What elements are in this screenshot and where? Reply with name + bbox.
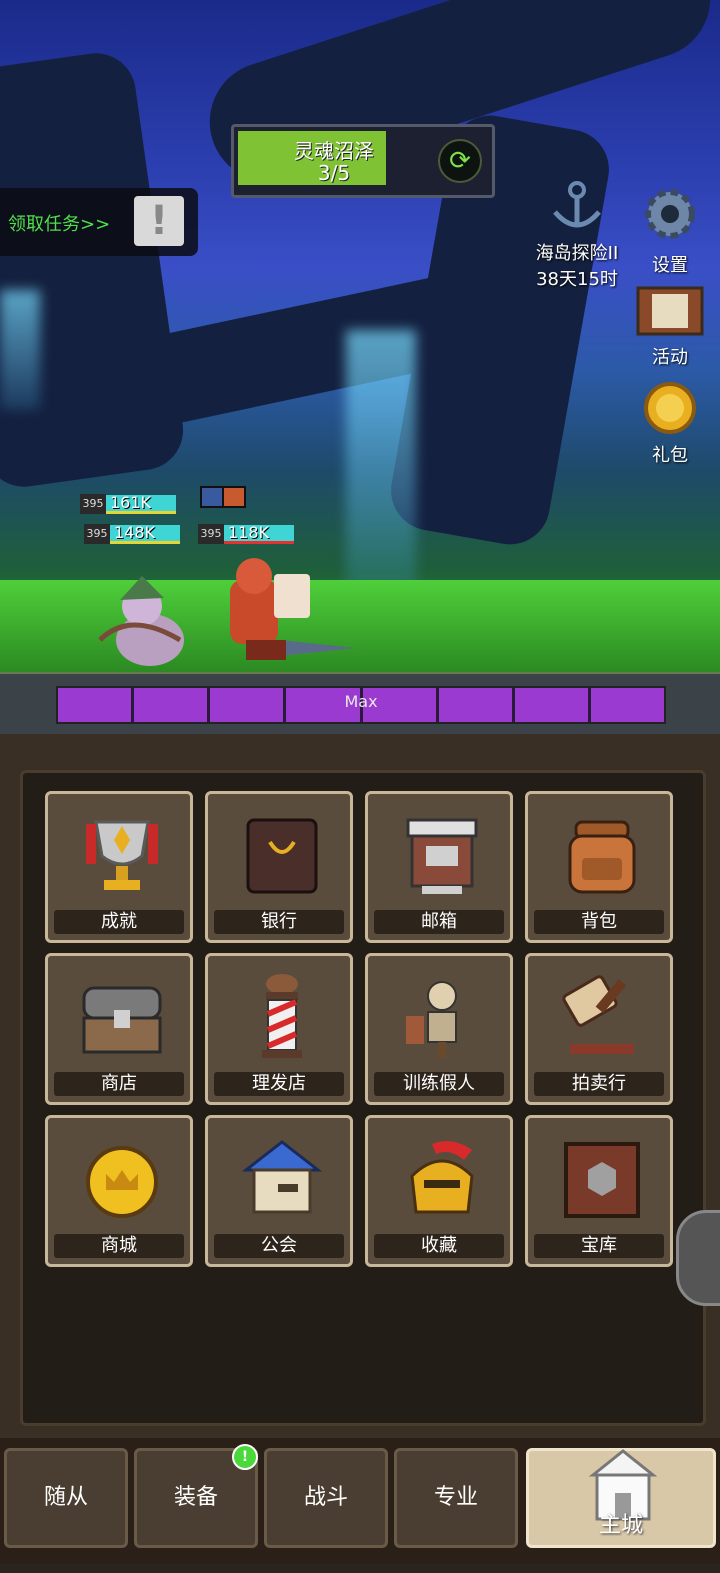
- events-label: 活动: [652, 347, 688, 368]
- building-guild[interactable]: 公会: [205, 1115, 353, 1267]
- building-backpack[interactable]: 背包: [525, 791, 673, 943]
- exclamation-icon[interactable]: !: [134, 196, 184, 246]
- helmet-icon: [410, 1141, 474, 1214]
- mailbox-icon: [406, 818, 478, 894]
- building-label: 理发店: [214, 1072, 344, 1096]
- island-timer: 38天15时: [536, 269, 618, 290]
- vault-icon: [564, 1142, 640, 1218]
- town-panel: 成就 银行 邮箱 背包 商店 理发店 训练假人 拍卖行 商城 公会 收藏 宝库: [20, 770, 706, 1426]
- trophy-icon: [86, 820, 158, 890]
- building-label: 拍卖行: [534, 1072, 664, 1096]
- hero-party: [98, 558, 355, 666]
- buff-icon: [202, 488, 222, 506]
- bottom-nav: 随从 装备 战斗 专业 主城: [0, 1438, 720, 1564]
- refresh-icon[interactable]: ⟳: [438, 139, 482, 183]
- gavel-icon: [562, 975, 634, 1054]
- building-label: 邮箱: [374, 910, 504, 934]
- gear-icon: [645, 189, 695, 239]
- settings-label: 设置: [652, 255, 688, 276]
- building-achievement[interactable]: 成就: [45, 791, 193, 943]
- building-label: 宝库: [534, 1234, 664, 1258]
- safe-icon: [246, 818, 318, 894]
- building-barber[interactable]: 理发店: [205, 953, 353, 1105]
- building-label: 银行: [214, 910, 344, 934]
- building-label: 成就: [54, 910, 184, 934]
- buff-icon: [224, 488, 244, 506]
- settings-gear-side-icon[interactable]: [676, 1210, 720, 1306]
- hero-hp-bar: 395 118K: [198, 524, 294, 544]
- building-label: 背包: [534, 910, 664, 934]
- building-auction[interactable]: 拍卖行: [525, 953, 673, 1105]
- hero-hp-bar: 395 161K: [80, 494, 176, 514]
- building-collection[interactable]: 收藏: [365, 1115, 513, 1267]
- tree-trunk: [0, 48, 189, 492]
- gift-label: 礼包: [652, 445, 688, 466]
- building-label: 训练假人: [374, 1072, 504, 1096]
- dummy-icon: [406, 981, 457, 1058]
- hero-hp: 118K: [224, 524, 294, 544]
- building-mailbox[interactable]: 邮箱: [365, 791, 513, 943]
- stage-progress: 3/5: [317, 161, 351, 185]
- building-label: 收藏: [374, 1234, 504, 1258]
- barber-pole-icon: [262, 974, 302, 1058]
- events-button[interactable]: 活动: [628, 282, 712, 369]
- nav-main-city[interactable]: 主城: [526, 1448, 716, 1548]
- hero-level: 395: [80, 494, 106, 514]
- nav-profession[interactable]: 专业: [394, 1448, 518, 1548]
- backpack-icon: [568, 820, 636, 894]
- light-beam: [0, 290, 40, 410]
- crown-coin-icon: [86, 1146, 158, 1218]
- hero-elf: [98, 576, 184, 666]
- island-adventure-button[interactable]: 海岛探险II 38天15时: [522, 180, 632, 291]
- anchor-icon: [553, 181, 601, 228]
- nav-battle[interactable]: 战斗: [264, 1448, 388, 1548]
- building-mall[interactable]: 商城: [45, 1115, 193, 1267]
- stage-name: 灵魂沼泽: [294, 139, 374, 163]
- hero-hp: 148K: [110, 524, 180, 544]
- guild-house-icon: [242, 1140, 322, 1214]
- building-bank[interactable]: 银行: [205, 791, 353, 943]
- hero-hp: 161K: [106, 494, 176, 514]
- hero-warrior: [230, 558, 355, 660]
- rage-bar: Max: [0, 672, 720, 736]
- building-label: 公会: [214, 1234, 344, 1258]
- battle-scene: 395 161K 395 148K 395 118K 灵魂沼泽 3/5 ⟳ 领取…: [0, 0, 720, 672]
- building-training-dummy[interactable]: 训练假人: [365, 953, 513, 1105]
- scroll-board-icon: [636, 286, 704, 336]
- buff-icons: [200, 486, 246, 508]
- rage-label: Max: [344, 692, 378, 711]
- hero-level: 395: [198, 524, 224, 544]
- building-label: 商店: [54, 1072, 184, 1096]
- nav-main-city-label: 主城: [598, 1513, 643, 1538]
- island-title: 海岛探险II: [535, 243, 619, 264]
- hero-level: 395: [84, 524, 110, 544]
- notification-badge: !: [232, 1444, 258, 1470]
- building-label: 商城: [54, 1234, 184, 1258]
- gift-button[interactable]: 礼包: [632, 380, 708, 467]
- building-shop[interactable]: 商店: [45, 953, 193, 1105]
- stage-banner[interactable]: 灵魂沼泽 3/5 ⟳: [231, 124, 495, 198]
- building-vault[interactable]: 宝库: [525, 1115, 673, 1267]
- gold-coin-icon: [644, 382, 696, 434]
- quest-label: 领取任务>>: [8, 214, 111, 235]
- chest-icon: [82, 986, 162, 1054]
- settings-button[interactable]: 设置: [632, 182, 708, 277]
- hero-hp-bar: 395 148K: [84, 524, 180, 544]
- nav-followers[interactable]: 随从: [4, 1448, 128, 1548]
